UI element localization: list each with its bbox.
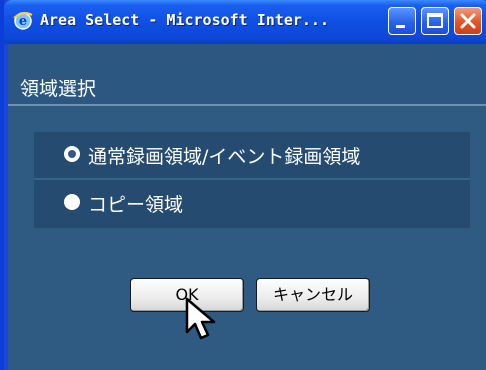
- cancel-button[interactable]: キャンセル: [256, 278, 370, 312]
- radio-normal-event-area[interactable]: [64, 146, 80, 162]
- maximize-icon: [427, 13, 443, 28]
- mouse-pointer-icon: [184, 296, 224, 344]
- option-copy-area[interactable]: コピー領域: [34, 180, 470, 226]
- page-title: 領域選択: [20, 78, 97, 100]
- minimize-button[interactable]: [388, 7, 416, 35]
- svg-text:e: e: [19, 14, 27, 29]
- title-bar[interactable]: e Area Select - Microsoft Inter...: [4, 0, 486, 44]
- maximize-button[interactable]: [421, 7, 449, 35]
- option-label: コピー領域: [88, 194, 184, 216]
- minimize-icon: [396, 25, 405, 28]
- close-icon: [460, 13, 476, 29]
- option-label: 通常録画領域/イベント録画領域: [88, 146, 361, 168]
- dialog-content: 領域選択 通常録画領域/イベント録画領域 コピー領域 OK キャンセル: [8, 44, 486, 370]
- header-band: 領域選択: [8, 44, 486, 106]
- ie-icon: e: [12, 9, 34, 31]
- radio-copy-area[interactable]: [64, 194, 80, 210]
- area-options: 通常録画領域/イベント録画領域 コピー領域: [34, 132, 470, 228]
- option-normal-event-area[interactable]: 通常録画領域/イベント録画領域: [34, 132, 470, 180]
- window-title: Area Select - Microsoft Inter...: [40, 11, 329, 29]
- close-button[interactable]: [454, 7, 482, 35]
- popup-window: e Area Select - Microsoft Inter... 領域選択: [0, 0, 486, 370]
